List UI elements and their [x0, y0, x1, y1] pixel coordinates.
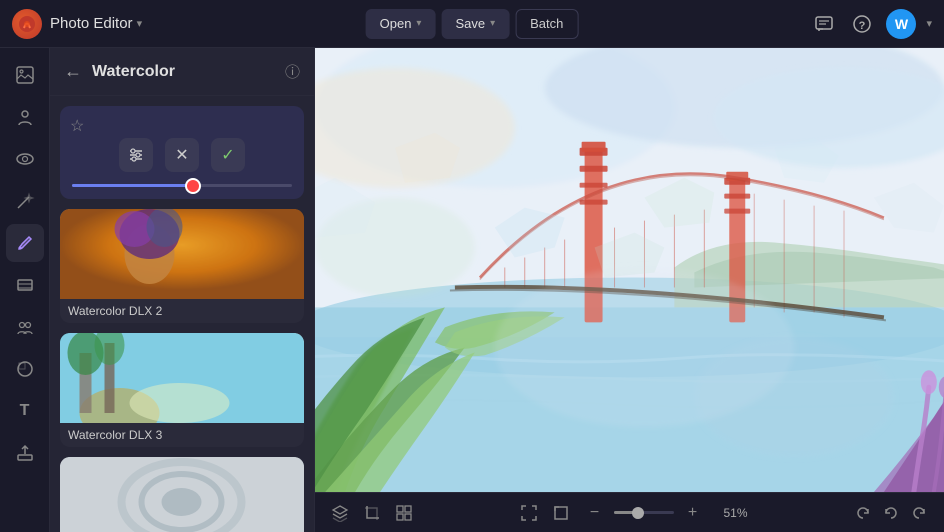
effect-card-dlx4[interactable]: Watercolor DLX 4: [60, 457, 304, 532]
confirm-button[interactable]: ✓: [211, 138, 245, 172]
app-title-group[interactable]: Photo Editor ▾: [50, 15, 142, 32]
grid-button[interactable]: [395, 504, 413, 522]
sidebar-icon-text[interactable]: T: [6, 392, 44, 430]
layers-bottom-button[interactable]: [331, 504, 349, 522]
effect-label-dlx3: Watercolor DLX 3: [60, 423, 304, 447]
sidebar-icon-image[interactable]: [6, 56, 44, 94]
panel-title: Watercolor: [92, 63, 175, 81]
back-button[interactable]: ←: [64, 61, 82, 82]
sidebar-icon-magic[interactable]: [6, 182, 44, 220]
main-body: T ← Watercolor ⓘ ☆: [0, 48, 944, 532]
batch-button[interactable]: Batch: [515, 9, 578, 39]
effect-card-dlx2[interactable]: Watercolor DLX 2: [60, 209, 304, 323]
history-forward-button[interactable]: [854, 504, 872, 522]
sidebar-icon-export[interactable]: [6, 434, 44, 472]
sidebar-icon-shape[interactable]: [6, 350, 44, 388]
chat-button[interactable]: [810, 10, 838, 38]
effects-panel: ← Watercolor ⓘ ☆: [50, 48, 315, 532]
canvas-image[interactable]: [315, 48, 944, 492]
user-chevron[interactable]: ▾: [926, 17, 932, 30]
sidebar-icon-brush[interactable]: [6, 224, 44, 262]
user-avatar[interactable]: W: [886, 9, 916, 39]
sidebar-icon-eye[interactable]: [6, 140, 44, 178]
adjust-button[interactable]: [119, 138, 153, 172]
zoom-slider[interactable]: [614, 511, 674, 514]
canvas-area: − + 51%: [315, 48, 944, 532]
panel-header: ← Watercolor ⓘ: [50, 48, 314, 96]
fullscreen-button[interactable]: [552, 504, 570, 522]
app-logo: [12, 9, 42, 39]
zoom-percent: 51%: [712, 506, 748, 520]
card-actions: ✕ ✓: [72, 138, 292, 172]
panel-content: ☆ ✕: [50, 96, 314, 532]
zoom-in-button[interactable]: +: [682, 502, 704, 524]
icon-sidebar: T: [0, 48, 50, 532]
zoom-controls: − + 51%: [584, 502, 748, 524]
save-button[interactable]: Save ▾: [441, 9, 509, 39]
redo-button[interactable]: [910, 504, 928, 522]
app-title-chevron: ▾: [137, 17, 143, 30]
undo-button[interactable]: [882, 504, 900, 522]
info-button[interactable]: ⓘ: [285, 61, 300, 82]
svg-text:?: ?: [859, 20, 866, 32]
fit-screen-button[interactable]: [520, 504, 538, 522]
effect-label-dlx2: Watercolor DLX 2: [60, 299, 304, 323]
sidebar-icon-layers[interactable]: [6, 266, 44, 304]
intensity-slider[interactable]: [72, 184, 292, 187]
history-controls: [854, 504, 928, 522]
effect-card-dlx3[interactable]: Watercolor DLX 3: [60, 333, 304, 447]
sidebar-icon-person[interactable]: [6, 98, 44, 136]
crop-button[interactable]: [363, 504, 381, 522]
open-button[interactable]: Open ▾: [366, 9, 436, 39]
app-title: Photo Editor: [50, 15, 133, 32]
cancel-button[interactable]: ✕: [165, 138, 199, 172]
active-effect-card: ☆ ✕: [60, 106, 304, 199]
topbar: Photo Editor ▾ Open ▾ Save ▾ Batch: [0, 0, 944, 48]
bottom-bar: − + 51%: [315, 492, 944, 532]
favorite-button[interactable]: ☆: [70, 116, 84, 136]
sidebar-icon-group[interactable]: [6, 308, 44, 346]
help-button[interactable]: ?: [848, 10, 876, 38]
zoom-out-button[interactable]: −: [584, 502, 606, 524]
